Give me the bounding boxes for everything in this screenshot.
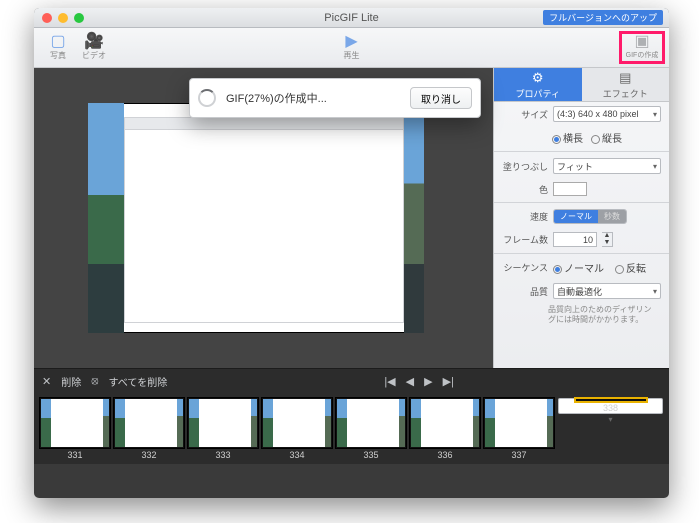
photo-mode-button[interactable]: ▢ 写真 (40, 34, 76, 61)
upgrade-banner[interactable]: フルバージョンへのアップ (543, 10, 663, 25)
toolbar: ▢ 写真 🎥 ビデオ ▶ 再生 ▣ GIFの作成 (34, 28, 669, 68)
play-button[interactable]: ▶ 再生 (334, 34, 370, 61)
titlebar: PicGIF Lite フルバージョンへのアップ (34, 8, 669, 28)
photo-icon: ▢ (50, 34, 65, 50)
size-select[interactable]: (4:3) 640 x 480 pixel (553, 106, 661, 122)
frame-thumb[interactable]: 334 (262, 398, 332, 460)
photo-label: 写真 (50, 50, 66, 61)
go-end-icon[interactable]: ▶| (443, 375, 454, 388)
size-label: サイズ (502, 108, 548, 121)
progress-message: GIF(27%)の作成中... (226, 90, 400, 106)
make-gif-icon: ▣ (634, 34, 649, 50)
go-start-icon[interactable]: |◀ (384, 375, 395, 388)
tab-effect-label: エフェクト (603, 87, 648, 100)
filmstrip: 331 332 333 334 335 336 337 338 (34, 394, 669, 464)
make-gif-highlight: ▣ GIFの作成 (619, 31, 665, 64)
play-label: 再生 (344, 50, 360, 61)
preview-bg-left (88, 103, 124, 333)
preview-bg-right (404, 103, 424, 333)
delete-all-button[interactable]: すべてを削除 (109, 374, 168, 389)
quality-label: 品質 (502, 285, 548, 298)
speed-segmented[interactable]: ノーマル 秒数 (553, 209, 627, 224)
frame-control-bar: ✕ 削除 ⦻ すべてを削除 |◀ ◀ ▶ ▶| (34, 368, 669, 394)
fill-select[interactable]: フィット (553, 158, 661, 174)
frames-field[interactable]: 10 (553, 232, 597, 247)
frame-thumb[interactable]: 332 (114, 398, 184, 460)
side-panel: ⚙ プロパティ ▤ エフェクト サイズ (4:3) 640 x 480 pixe… (493, 68, 669, 368)
preview-canvas (114, 103, 414, 333)
video-icon: 🎥 (84, 34, 104, 50)
make-gif-label: GIFの作成 (626, 50, 659, 60)
tab-property-label: プロパティ (516, 87, 560, 100)
step-back-icon[interactable]: ◀ (406, 375, 414, 388)
color-swatch[interactable] (553, 182, 587, 196)
trash-icon: ✕ (42, 375, 51, 388)
frame-thumb[interactable]: 335 (336, 398, 406, 460)
orientation-vertical[interactable]: 縦長 (591, 130, 622, 145)
frame-thumb-selected[interactable]: 338 (558, 398, 663, 414)
color-label: 色 (502, 183, 548, 196)
preview-inner-window (124, 117, 404, 323)
speed-label: 速度 (502, 210, 548, 223)
video-label: ビデオ (82, 50, 106, 61)
sequence-reverse[interactable]: 反転 (615, 260, 646, 275)
frame-thumb[interactable]: 331 (40, 398, 110, 460)
frames-label: フレーム数 (502, 233, 548, 246)
tab-effect[interactable]: ▤ エフェクト (582, 68, 670, 102)
spinner-icon (198, 89, 216, 107)
fill-label: 塗りつぶし (502, 160, 548, 173)
video-mode-button[interactable]: 🎥 ビデオ (76, 34, 112, 61)
effect-icon: ▤ (619, 70, 631, 86)
delete-button[interactable]: 削除 (61, 374, 81, 389)
quality-select[interactable]: 自動最適化 (553, 283, 661, 299)
tab-property[interactable]: ⚙ プロパティ (494, 68, 582, 102)
play-icon: ▶ (345, 34, 357, 50)
frame-thumb[interactable]: 333 (188, 398, 258, 460)
gear-icon: ⚙ (532, 70, 544, 86)
progress-dialog: GIF(27%)の作成中... 取り消し (189, 78, 481, 118)
frames-stepper[interactable]: ▲▼ (602, 232, 613, 247)
frame-thumb[interactable]: 337 (484, 398, 554, 460)
make-gif-button[interactable]: ▣ GIFの作成 (624, 34, 660, 60)
cancel-button[interactable]: 取り消し (410, 87, 472, 109)
app-window: PicGIF Lite フルバージョンへのアップ ▢ 写真 🎥 ビデオ ▶ 再生… (34, 8, 669, 498)
sequence-normal[interactable]: ノーマル (553, 260, 604, 275)
frame-thumb[interactable]: 336 (410, 398, 480, 460)
quality-note: 品質向上のためのディザリングには時間がかかります。 (494, 303, 669, 329)
sequence-label: シーケンス (502, 261, 548, 274)
trash-all-icon: ⦻ (91, 375, 98, 388)
step-fwd-icon[interactable]: ▶ (424, 375, 432, 388)
orientation-horizontal[interactable]: 横長 (552, 130, 583, 145)
